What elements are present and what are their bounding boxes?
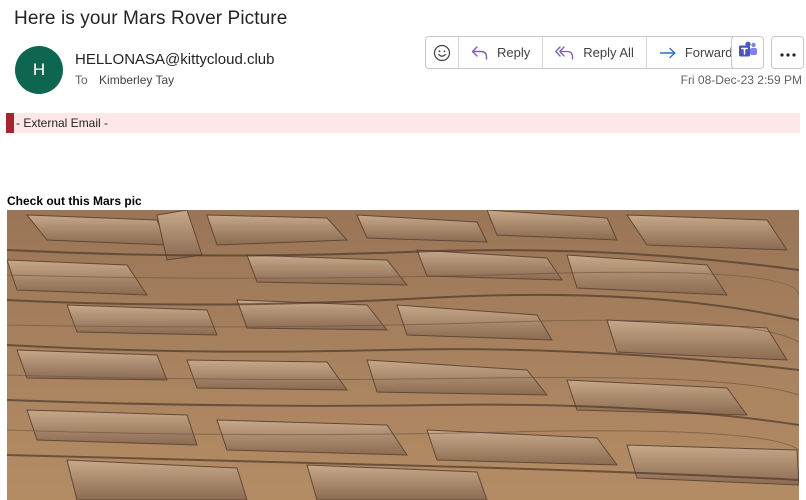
external-email-banner: - External Email - — [6, 113, 800, 133]
sender-address[interactable]: HELLONASA@kittycloud.club — [75, 51, 274, 68]
external-email-label: - External Email - — [16, 116, 109, 130]
to-label: To — [75, 73, 88, 87]
message-actions: Reply Reply All Forward — [425, 36, 746, 69]
emoji-icon — [433, 44, 451, 62]
recipient-name[interactable]: Kimberley Tay — [99, 73, 174, 87]
email-subject: Here is your Mars Rover Picture — [14, 8, 288, 29]
react-button[interactable] — [426, 37, 458, 68]
reply-label: Reply — [497, 45, 531, 60]
reply-all-label: Reply All — [583, 45, 634, 60]
avatar[interactable]: H — [15, 46, 63, 94]
reply-icon — [471, 45, 489, 61]
forward-icon — [659, 46, 677, 60]
teams-button[interactable] — [731, 36, 764, 69]
reply-all-icon — [555, 45, 575, 61]
body-heading: Check out this Mars pic — [7, 194, 142, 208]
more-options-button[interactable] — [771, 36, 804, 69]
mars-rover-image[interactable] — [7, 210, 799, 500]
reply-all-button[interactable]: Reply All — [542, 37, 646, 68]
recipient-line: To Kimberley Tay — [75, 73, 174, 87]
banner-accent-bar — [6, 113, 14, 133]
more-icon — [779, 44, 796, 62]
reply-button[interactable]: Reply — [458, 37, 542, 68]
forward-button[interactable]: Forward — [645, 37, 745, 68]
sent-date: Fri 08-Dec-23 2:59 PM — [680, 73, 802, 87]
forward-label: Forward — [684, 45, 733, 60]
action-group: Reply Reply All Forward — [425, 36, 746, 69]
avatar-initial: H — [32, 60, 46, 79]
teams-icon — [738, 41, 758, 64]
